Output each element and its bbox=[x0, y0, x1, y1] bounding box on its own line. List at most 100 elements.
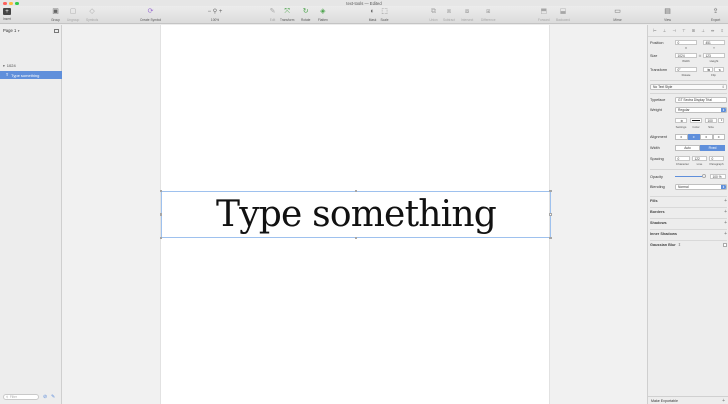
pen-filter-icon[interactable]: ✎ bbox=[51, 394, 55, 400]
slice-filter-icon[interactable]: ⊘ bbox=[43, 394, 47, 400]
resize-handle-right[interactable] bbox=[549, 213, 552, 216]
distribute-horizontal-icon[interactable]: ⇹ bbox=[711, 28, 714, 33]
align-text-left-icon[interactable]: ≡ bbox=[675, 134, 688, 140]
height-field[interactable]: 123 bbox=[703, 53, 725, 58]
resize-handle-top-left[interactable] bbox=[159, 189, 162, 192]
insert-button[interactable]: + Insert bbox=[3, 8, 11, 21]
resize-handle-bottom-left[interactable] bbox=[159, 236, 162, 239]
weight-value: Regular bbox=[678, 108, 690, 112]
text-style-row: No Text Style ⇕ bbox=[650, 84, 727, 90]
transform-button[interactable]: ⤧ Transform bbox=[280, 8, 294, 22]
align-left-icon[interactable]: ⊢ bbox=[653, 28, 656, 33]
make-exportable-button[interactable]: Make Exportable + bbox=[648, 396, 728, 404]
weight-label: Weight bbox=[650, 108, 662, 112]
backward-button[interactable]: ⬓ Backward bbox=[556, 8, 570, 22]
subtract-button[interactable]: ⧈ Subtract bbox=[443, 8, 455, 22]
group-button[interactable]: ▣ Group bbox=[51, 8, 60, 22]
inner-shadows-section[interactable]: Inner Shadows + bbox=[650, 229, 727, 237]
line-height-field[interactable]: 122 bbox=[692, 156, 707, 161]
resize-handle-bottom[interactable] bbox=[354, 236, 357, 239]
character-spacing-field[interactable]: 0 bbox=[675, 156, 690, 161]
width-field[interactable]: 1024 bbox=[675, 53, 697, 58]
width-auto-button[interactable]: Auto bbox=[675, 145, 700, 151]
add-fill-icon[interactable]: + bbox=[724, 198, 727, 204]
align-text-right-icon[interactable]: ≡ bbox=[700, 134, 713, 140]
pages-toggle-icon[interactable] bbox=[54, 28, 59, 33]
create-symbol-label: Create Symbol bbox=[140, 17, 162, 22]
export-label: Export bbox=[711, 17, 721, 22]
layer-filter-input[interactable]: ⚲ Filter bbox=[3, 394, 39, 400]
union-button[interactable]: ⧉ Union bbox=[429, 8, 438, 22]
forward-button[interactable]: ⬒ Forward bbox=[538, 8, 550, 22]
symbols-button[interactable]: ◇ Symbols bbox=[86, 8, 98, 22]
plus-icon: + bbox=[3, 8, 11, 15]
artboard[interactable]: Type something bbox=[159, 25, 552, 404]
shadows-section[interactable]: Shadows + bbox=[650, 218, 727, 226]
blur-enable-checkbox[interactable] bbox=[723, 242, 727, 247]
layer-item-type-something[interactable]: T Type something bbox=[0, 71, 62, 79]
page-selector[interactable]: Page 1 ▾ bbox=[0, 27, 62, 34]
artboard-row[interactable]: ▾ 1024 bbox=[0, 62, 62, 69]
disclosure-triangle-icon[interactable]: ▾ bbox=[3, 64, 5, 68]
align-text-justify-icon[interactable]: ≡ bbox=[712, 134, 725, 140]
chevron-updown-icon[interactable]: ⇕ bbox=[678, 242, 681, 247]
resize-handle-left[interactable] bbox=[159, 213, 162, 216]
y-field[interactable]: 451 bbox=[703, 40, 725, 45]
mask-button[interactable]: ◐ Mask bbox=[368, 8, 377, 22]
paragraph-spacing-field[interactable]: 0 bbox=[709, 156, 724, 161]
transform-icon: ⤧ bbox=[284, 8, 290, 15]
rotate-button[interactable]: ↻ Rotate bbox=[301, 8, 310, 22]
opacity-field[interactable]: 100 % bbox=[710, 174, 726, 179]
view-button[interactable]: ▤ View bbox=[663, 8, 672, 22]
resize-handle-top-right[interactable] bbox=[549, 189, 552, 192]
chevron-updown-icon: ⇕ bbox=[721, 108, 726, 112]
align-bottom-icon[interactable]: ⊥ bbox=[701, 28, 704, 33]
text-style-select[interactable]: No Text Style ⇕ bbox=[650, 84, 727, 90]
intersect-button[interactable]: ⧇ Intersect bbox=[461, 8, 473, 22]
export-button[interactable]: ⇪ Export bbox=[711, 8, 720, 22]
fills-label: Fills bbox=[650, 198, 658, 203]
opacity-slider[interactable] bbox=[675, 174, 706, 179]
weight-select[interactable]: Regular ⇕ bbox=[675, 107, 727, 113]
flatten-button[interactable]: ◈ Flatten bbox=[318, 8, 328, 22]
add-inner-shadow-icon[interactable]: + bbox=[724, 231, 727, 237]
flip-vertical-icon[interactable]: ⇅ bbox=[714, 67, 724, 72]
x-sublabel: X bbox=[684, 46, 687, 50]
align-right-icon[interactable]: ⊣ bbox=[672, 28, 675, 33]
rotate-field[interactable]: 0° bbox=[675, 67, 697, 72]
borders-section[interactable]: Borders + bbox=[650, 207, 727, 215]
create-symbol-button[interactable]: ⟳ Create Symbol bbox=[140, 8, 161, 22]
gaussian-blur-section[interactable]: Gaussian Blur ⇕ bbox=[650, 240, 727, 247]
distribute-vertical-icon[interactable]: ⇳ bbox=[721, 28, 724, 33]
slider-knob[interactable] bbox=[701, 174, 706, 179]
character-sublabel: Character bbox=[675, 162, 690, 166]
add-shadow-icon[interactable]: + bbox=[724, 220, 727, 226]
color-well[interactable] bbox=[690, 118, 702, 123]
resize-handle-top[interactable] bbox=[354, 189, 357, 192]
ungroup-button[interactable]: ▢ Ungroup bbox=[67, 8, 79, 22]
size-stepper-icon[interactable]: ⇕ bbox=[718, 118, 724, 123]
mirror-button[interactable]: ▭ Mirror bbox=[613, 8, 622, 22]
edit-button[interactable]: ✎ Edit bbox=[268, 8, 277, 22]
zoom-control[interactable]: − ⚲ + 100% bbox=[205, 8, 225, 22]
scale-button[interactable]: ⬚ Scale bbox=[380, 8, 389, 22]
align-text-center-icon[interactable]: ≡ bbox=[687, 134, 700, 140]
flip-horizontal-icon[interactable]: ⇆ bbox=[703, 67, 713, 72]
x-field[interactable]: 0 bbox=[675, 40, 697, 45]
align-middle-icon[interactable]: ⊞ bbox=[692, 28, 695, 33]
gear-icon[interactable]: ⚙ bbox=[675, 118, 687, 123]
align-top-icon[interactable]: ⊤ bbox=[682, 28, 685, 33]
view-label: View bbox=[664, 17, 671, 22]
align-center-icon[interactable]: ⊥ bbox=[663, 28, 666, 33]
blending-select[interactable]: Normal ⇕ bbox=[675, 184, 727, 190]
add-border-icon[interactable]: + bbox=[724, 209, 727, 215]
difference-button[interactable]: ⧆ Difference bbox=[481, 8, 495, 22]
canvas[interactable]: Type something bbox=[62, 25, 647, 404]
fills-section[interactable]: Fills + bbox=[650, 196, 727, 204]
typeface-select[interactable]: GT Sectra Display Trial bbox=[675, 97, 727, 103]
width-fixed-button[interactable]: Fixed bbox=[700, 145, 725, 151]
font-size-field[interactable]: 100 bbox=[705, 118, 717, 123]
opacity-row: Opacity 100 % bbox=[650, 174, 727, 179]
add-export-icon[interactable]: + bbox=[722, 398, 725, 404]
resize-handle-bottom-right[interactable] bbox=[549, 236, 552, 239]
